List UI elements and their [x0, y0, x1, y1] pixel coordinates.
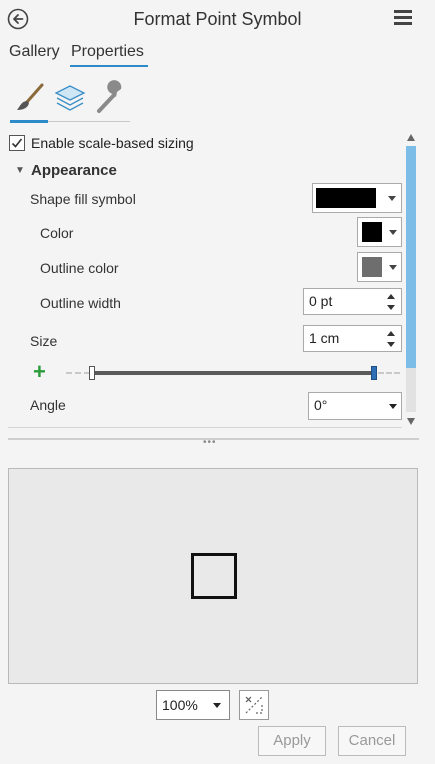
color-swatch [362, 222, 382, 242]
slider-max-handle[interactable] [371, 366, 377, 380]
size-range-slider[interactable] [92, 371, 376, 375]
shape-fill-dropdown[interactable] [312, 183, 402, 213]
size-input[interactable]: 1 cm [303, 325, 402, 352]
chevron-down-icon [389, 265, 397, 270]
appearance-section-header[interactable]: Appearance [31, 162, 117, 179]
size-label: Size [30, 333, 58, 349]
panel-title: Format Point Symbol [133, 9, 302, 29]
active-tool-indicator [10, 120, 48, 123]
spin-up-icon[interactable] [387, 331, 395, 336]
properties-tab-button[interactable] [93, 80, 129, 116]
hamburger-menu-icon[interactable] [392, 8, 414, 28]
layers-icon [54, 85, 86, 111]
symbol-brush-icon [17, 83, 44, 110]
full-extent-icon [245, 696, 263, 714]
size-value: 1 cm [309, 330, 340, 346]
spin-up-icon[interactable] [387, 294, 395, 299]
tab-gallery[interactable]: Gallery [9, 43, 60, 61]
chevron-down-icon [389, 404, 397, 409]
full-extent-button[interactable] [239, 690, 269, 720]
angle-label: Angle [30, 397, 66, 413]
slider-track-right [378, 372, 400, 374]
checkmark-icon [11, 138, 23, 148]
collapse-chevron-icon[interactable]: ▼ [15, 165, 25, 176]
scroll-up-icon[interactable] [407, 134, 415, 141]
chevron-down-icon [388, 196, 396, 201]
outline-color-label: Outline color [40, 260, 119, 276]
slider-min-handle[interactable] [89, 366, 95, 380]
scrollbar-thumb[interactable] [406, 146, 416, 368]
add-icon[interactable]: + [33, 361, 46, 383]
divider [8, 427, 402, 428]
chevron-down-icon [389, 230, 397, 235]
scroll-down-icon[interactable] [407, 418, 415, 425]
grip-dots-icon[interactable]: ••• [203, 438, 217, 448]
outline-color-dropdown[interactable] [357, 252, 402, 282]
scale-sizing-label: Enable scale-based sizing [31, 135, 194, 151]
angle-dropdown[interactable]: 0° [308, 392, 402, 420]
wrench-icon [97, 80, 122, 113]
scale-sizing-checkbox[interactable] [9, 135, 25, 151]
symbol-tab-button[interactable] [12, 80, 48, 116]
active-tab-indicator [70, 65, 148, 67]
slider-track-left [66, 372, 90, 374]
chevron-down-icon [213, 703, 221, 708]
tab-properties[interactable]: Properties [71, 43, 144, 61]
apply-button[interactable]: Apply [258, 726, 326, 756]
shape-fill-swatch [316, 188, 376, 208]
shape-fill-label: Shape fill symbol [30, 191, 136, 207]
zoom-select[interactable]: 100% [156, 690, 230, 720]
preview-square-symbol [191, 553, 237, 599]
symbol-preview [8, 468, 418, 684]
spin-down-icon[interactable] [387, 342, 395, 347]
cancel-button[interactable]: Cancel [338, 726, 406, 756]
color-dropdown[interactable] [357, 217, 402, 247]
outline-width-label: Outline width [40, 295, 121, 311]
outline-width-value: 0 pt [309, 293, 333, 309]
spin-down-icon[interactable] [387, 305, 395, 310]
layers-tab-button[interactable] [52, 80, 88, 116]
outline-color-swatch [362, 257, 382, 277]
color-label: Color [40, 225, 74, 241]
outline-width-input[interactable]: 0 pt [303, 288, 402, 315]
zoom-value: 100% [162, 697, 198, 713]
angle-value: 0° [314, 397, 328, 413]
tool-divider [48, 121, 130, 122]
